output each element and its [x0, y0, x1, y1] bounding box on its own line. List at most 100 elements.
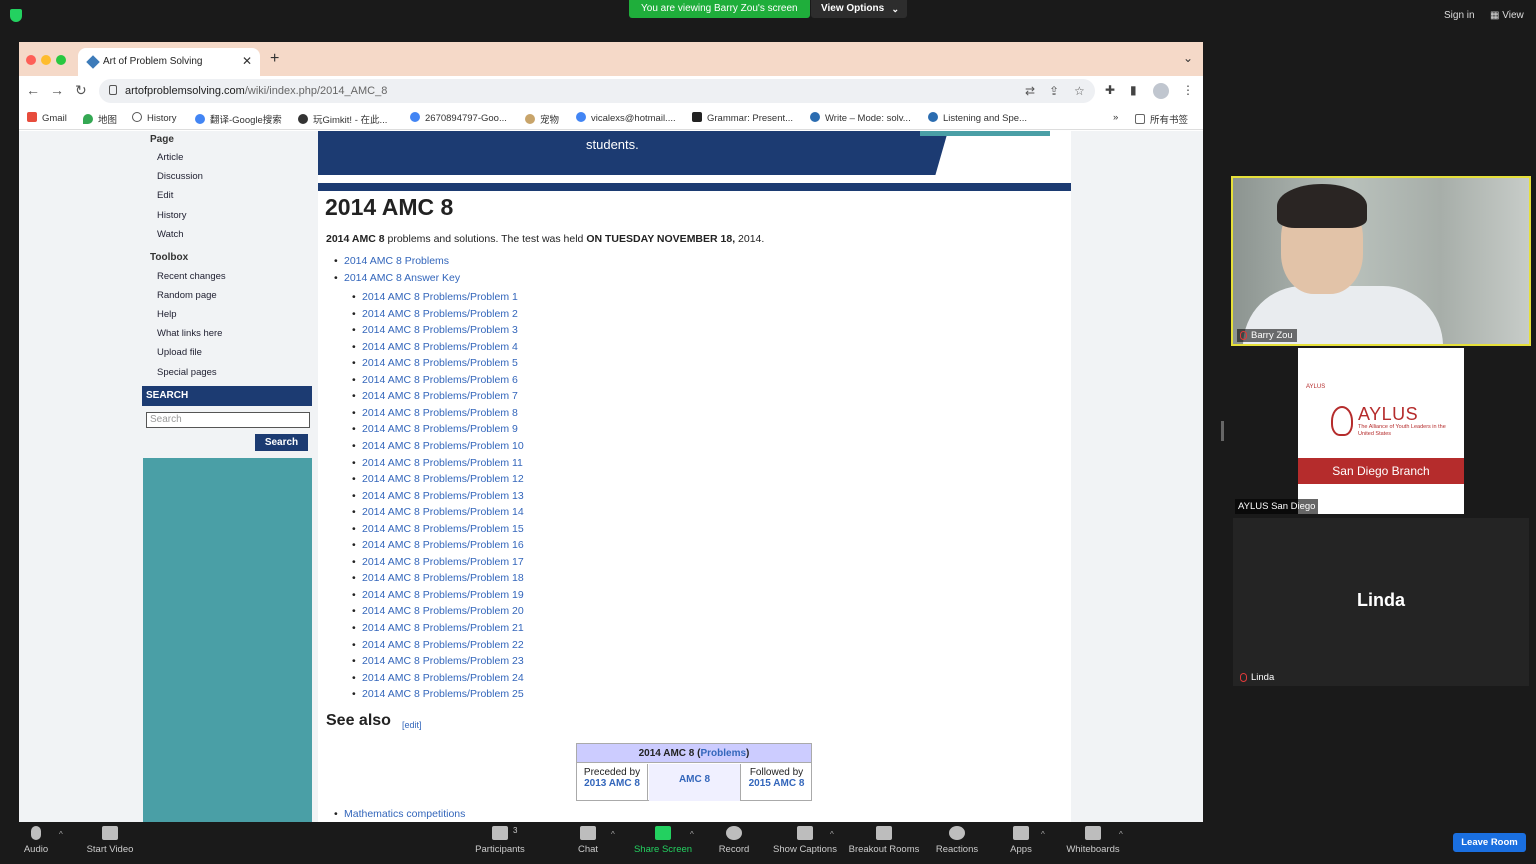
new-tab-icon[interactable]: + [270, 50, 279, 68]
participants-button[interactable]: Participants [460, 826, 540, 855]
bookmark-listening[interactable]: Listening and Spe... [928, 112, 1027, 124]
problem-link[interactable]: 2014 AMC 8 Problems/Problem 24 [352, 672, 524, 684]
lock-icon[interactable] [109, 85, 117, 95]
followed-link[interactable]: 2015 AMC 8 [742, 778, 811, 789]
extensions-icon[interactable]: ✚ [1105, 83, 1115, 97]
preceded-link[interactable]: 2013 AMC 8 [577, 778, 647, 789]
chat-button[interactable]: Chat [548, 826, 628, 855]
bookmark-gmail[interactable]: Gmail [27, 112, 67, 124]
leave-room-button[interactable]: Leave Room [1453, 833, 1526, 852]
gallery-resize-handle[interactable] [1221, 421, 1224, 441]
close-window-icon[interactable] [26, 55, 36, 65]
apps-options-caret-icon[interactable]: ^ [1041, 830, 1045, 839]
minimize-window-icon[interactable] [41, 55, 51, 65]
problem-link[interactable]: 2014 AMC 8 Problems/Problem 14 [352, 506, 524, 518]
problem-link[interactable]: 2014 AMC 8 Problems/Problem 11 [352, 457, 523, 469]
link-mathematics-competitions[interactable]: Mathematics competitions [334, 808, 465, 820]
sidebar-link-upload-file[interactable]: Upload file [157, 347, 202, 358]
sidebar-link-discussion[interactable]: Discussion [157, 171, 203, 182]
problem-link[interactable]: 2014 AMC 8 Problems/Problem 25 [352, 688, 524, 700]
bookmark-google-translate[interactable]: 翻译-Google搜索 [195, 112, 282, 126]
problem-link[interactable]: 2014 AMC 8 Problems/Problem 5 [352, 357, 518, 369]
problem-link[interactable]: 2014 AMC 8 Problems/Problem 21 [352, 622, 524, 634]
bookmark-write-mode[interactable]: Write – Mode: solv... [810, 112, 911, 124]
problem-link[interactable]: 2014 AMC 8 Problems/Problem 9 [352, 423, 518, 435]
profile-avatar[interactable] [1153, 83, 1169, 99]
problem-link[interactable]: 2014 AMC 8 Problems/Problem 16 [352, 539, 524, 551]
edit-section-link[interactable]: [edit] [402, 720, 422, 730]
all-bookmarks[interactable]: 所有书签 [1135, 112, 1188, 126]
navbox-problems-link[interactable]: Problems [700, 748, 746, 759]
problem-link[interactable]: 2014 AMC 8 Problems/Problem 22 [352, 639, 524, 651]
problem-link[interactable]: 2014 AMC 8 Problems/Problem 17 [352, 556, 524, 568]
link-answer-key[interactable]: 2014 AMC 8 Answer Key [334, 272, 460, 284]
participant-tile-linda[interactable]: Linda Linda [1233, 518, 1529, 686]
sidebar-link-random-page[interactable]: Random page [157, 290, 217, 301]
bookmark-gimkit[interactable]: 玩Gimkit! - 在此... [298, 112, 387, 126]
amc8-link[interactable]: AMC 8 [649, 774, 740, 785]
search-button[interactable]: Search [255, 434, 308, 451]
sidebar-link-special-pages[interactable]: Special pages [157, 367, 217, 378]
participant-avatar-aylus[interactable]: AYLUS AYLUS The Alliance of Youth Leader… [1298, 348, 1464, 514]
bookmark-star-icon[interactable]: ☆ [1074, 84, 1085, 98]
link-problems[interactable]: 2014 AMC 8 Problems [334, 255, 449, 267]
problem-link[interactable]: 2014 AMC 8 Problems/Problem 6 [352, 374, 518, 386]
problem-link[interactable]: 2014 AMC 8 Problems/Problem 4 [352, 341, 518, 353]
problem-link[interactable]: 2014 AMC 8 Problems/Problem 19 [352, 589, 524, 601]
problem-link[interactable]: 2014 AMC 8 Problems/Problem 15 [352, 523, 524, 535]
tile3-name-label: Linda [1251, 672, 1275, 683]
problem-link[interactable]: 2014 AMC 8 Problems/Problem 7 [352, 390, 518, 402]
problem-link[interactable]: 2014 AMC 8 Problems/Problem 23 [352, 655, 524, 667]
maximize-window-icon[interactable] [56, 55, 66, 65]
forward-icon[interactable]: → [50, 82, 64, 98]
bookmark-google-doc[interactable]: 2670894797-Goo... [410, 112, 507, 124]
bookmarks-overflow-icon[interactable]: » [1113, 112, 1118, 123]
sidebar-link-help[interactable]: Help [157, 309, 177, 320]
sidebar-link-recent-changes[interactable]: Recent changes [157, 271, 226, 282]
problem-link[interactable]: 2014 AMC 8 Problems/Problem 20 [352, 605, 524, 617]
apps-button[interactable]: Apps [981, 826, 1061, 855]
problem-link[interactable]: 2014 AMC 8 Problems/Problem 12 [352, 473, 524, 485]
sidebar-link-watch[interactable]: Watch [157, 229, 184, 240]
bookmark-maps[interactable]: 地图 [83, 112, 117, 126]
bookmark-history[interactable]: History [132, 112, 177, 124]
address-bar[interactable]: artofproblemsolving.com/wiki/index.php/2… [99, 79, 1095, 103]
problem-link[interactable]: 2014 AMC 8 Problems/Problem 13 [352, 490, 524, 502]
start-video-button[interactable]: Start Video [70, 826, 150, 855]
translate-icon[interactable]: ⇄ [1025, 84, 1035, 98]
tab-art-of-problem-solving[interactable]: Art of Problem Solving ✕ [78, 48, 260, 76]
sign-in-link[interactable]: Sign in [1444, 10, 1475, 21]
sidebar-link-edit[interactable]: Edit [157, 190, 173, 201]
whiteboards-options-caret-icon[interactable]: ^ [1119, 830, 1123, 839]
breakout-rooms-button[interactable]: Breakout Rooms [844, 826, 924, 855]
problem-link[interactable]: 2014 AMC 8 Problems/Problem 1 [352, 291, 518, 303]
bookmark-pets[interactable]: 宠物 [525, 112, 559, 126]
sidebar-link-article[interactable]: Article [157, 152, 183, 163]
problem-link[interactable]: 2014 AMC 8 Problems/Problem 2 [352, 308, 518, 320]
tab-search-chevron-icon[interactable]: ⌄ [1183, 51, 1193, 65]
view-button[interactable]: ▦ View [1490, 10, 1524, 21]
reload-icon[interactable]: ↻ [75, 82, 87, 99]
bookmark-grammar[interactable]: Grammar: Present... [692, 112, 793, 124]
audio-options-caret-icon[interactable]: ^ [59, 830, 63, 839]
security-shield-icon[interactable] [10, 9, 22, 22]
problem-link[interactable]: 2014 AMC 8 Problems/Problem 8 [352, 407, 518, 419]
bookmark-hotmail[interactable]: vicalexs@hotmail.... [576, 112, 676, 124]
participant-video-barry[interactable]: Barry Zou [1231, 176, 1531, 346]
captions-options-caret-icon[interactable]: ^ [830, 830, 834, 839]
sidebar-link-history[interactable]: History [157, 210, 187, 221]
tab-close-icon[interactable]: ✕ [242, 54, 252, 68]
audio-button[interactable]: Audio [0, 826, 76, 855]
search-input[interactable]: Search [146, 412, 310, 428]
back-icon[interactable]: ← [26, 82, 40, 98]
problem-link[interactable]: 2014 AMC 8 Problems/Problem 18 [352, 572, 524, 584]
problem-link[interactable]: 2014 AMC 8 Problems/Problem 10 [352, 440, 524, 452]
record-button[interactable]: Record [694, 826, 774, 855]
share-icon[interactable]: ⇪ [1049, 84, 1059, 98]
problem-link[interactable]: 2014 AMC 8 Problems/Problem 3 [352, 324, 518, 336]
side-panel-icon[interactable]: ▮ [1130, 83, 1137, 97]
chat-options-caret-icon[interactable]: ^ [611, 830, 615, 839]
menu-kebab-icon[interactable]: ⋮ [1182, 83, 1194, 97]
view-options-button[interactable]: View Options ⌄ [811, 0, 907, 18]
sidebar-link-what-links-here[interactable]: What links here [157, 328, 222, 339]
